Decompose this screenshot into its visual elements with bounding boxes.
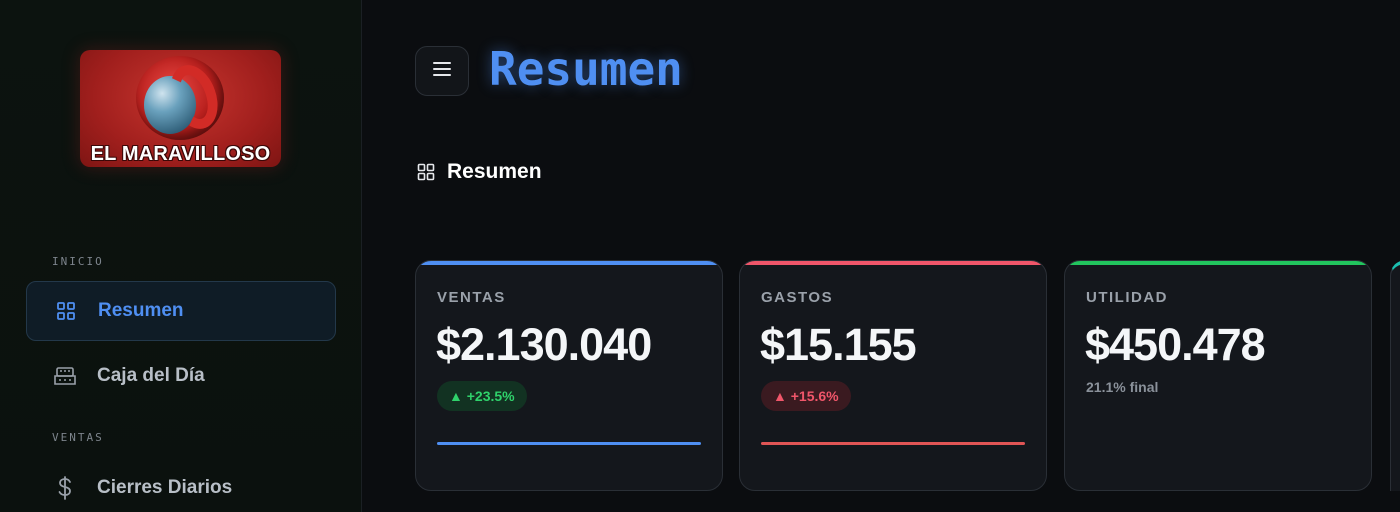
kpi-card-ventas[interactable]: VENTAS $2.130.040 ▲ +23.5% <box>415 260 723 491</box>
kpi-card-gastos[interactable]: GASTOS $15.155 ▲ +15.6% <box>739 260 1047 491</box>
card-progress-line <box>437 442 701 445</box>
card-value: $15.155 <box>760 319 917 370</box>
sidebar-item-resumen[interactable]: Resumen <box>26 281 336 341</box>
sidebar-item-label: Caja del Día <box>97 365 205 386</box>
sidebar-item-caja-del-dia[interactable]: Caja del Día <box>26 346 336 406</box>
dollar-icon <box>53 476 77 500</box>
card-label: GASTOS <box>761 289 834 306</box>
grid-icon <box>417 163 435 181</box>
main-content: Resumen Resumen VENTAS $2.130.040 ▲ +23.… <box>363 0 1400 512</box>
trend-badge: ▲ +15.6% <box>761 381 851 411</box>
kpi-card-utilidad[interactable]: UTILIDAD $450.478 21.1% final <box>1064 260 1372 491</box>
card-value: $2.130.040 <box>436 319 652 370</box>
cash-register-icon <box>53 364 77 388</box>
menu-toggle-button[interactable] <box>415 46 469 96</box>
sidebar-section-ventas: VENTAS <box>52 431 104 444</box>
card-accent-bar <box>740 261 1046 265</box>
kpi-card-partial[interactable] <box>1390 260 1400 491</box>
sidebar-item-label: Cierres Diarios <box>97 477 233 498</box>
sidebar: EL MARAVILLOSO INICIO Resumen Caja del D… <box>0 0 362 512</box>
hamburger-menu-icon <box>432 61 452 81</box>
section-title: Resumen <box>447 160 542 183</box>
sidebar-section-inicio: INICIO <box>52 255 104 268</box>
section-header: Resumen <box>417 160 542 184</box>
trend-badge: ▲ +23.5% <box>437 381 527 411</box>
card-value: $450.478 <box>1085 319 1266 370</box>
grid-icon <box>54 299 78 323</box>
page-title: Resumen <box>489 42 683 96</box>
card-label: UTILIDAD <box>1086 289 1168 306</box>
sidebar-item-label: Resumen <box>98 300 184 321</box>
sidebar-item-cierres-diarios[interactable]: Cierres Diarios <box>26 458 336 512</box>
card-progress-line <box>761 442 1025 445</box>
card-accent-bar <box>1065 261 1371 265</box>
card-note: 21.1% final <box>1086 379 1159 395</box>
brand-logo[interactable]: EL MARAVILLOSO <box>80 50 281 167</box>
logo-text: EL MARAVILLOSO <box>90 143 271 165</box>
card-accent-bar <box>416 261 722 265</box>
card-label: VENTAS <box>437 289 506 306</box>
app-root: EL MARAVILLOSO INICIO Resumen Caja del D… <box>0 0 1400 512</box>
